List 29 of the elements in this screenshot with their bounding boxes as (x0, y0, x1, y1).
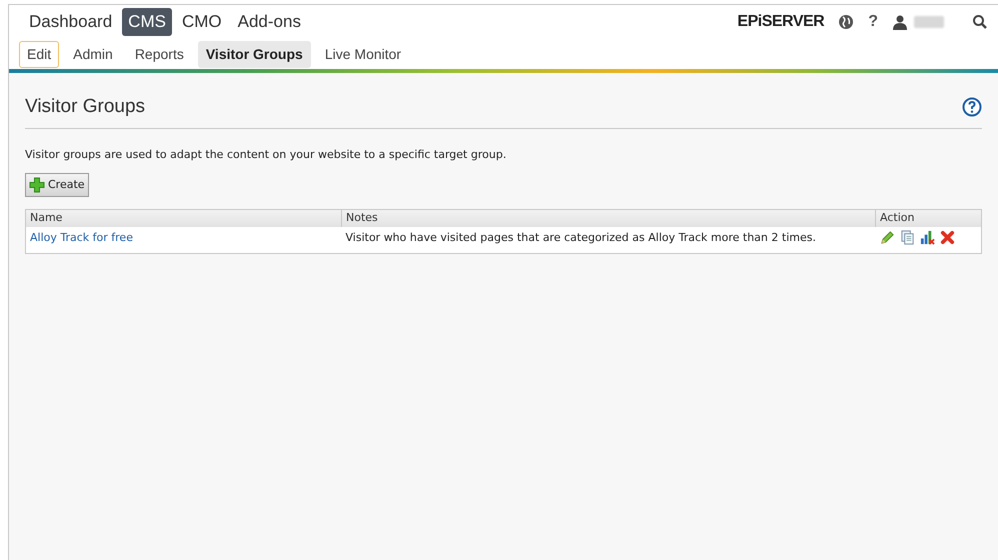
user-icon[interactable] (892, 14, 908, 30)
page-description: Visitor groups are used to adapt the content on your website to a specific target group. (25, 146, 508, 162)
group-name-link[interactable]: Alloy Track for free (30, 230, 133, 244)
help-button[interactable]: ? (868, 10, 878, 34)
sub-nav-tab[interactable]: Edit (19, 40, 60, 68)
sub-nav-tab[interactable]: Reports (126, 40, 192, 68)
top-nav-tab[interactable]: Dashboard (23, 8, 118, 36)
top-nav-tab[interactable]: Add-ons (232, 8, 307, 36)
help-icon[interactable] (962, 97, 982, 118)
column-header: Action (876, 210, 982, 226)
page-title: Visitor Groups (25, 95, 146, 119)
search-icon[interactable] (972, 14, 988, 30)
sub-nav-tab[interactable]: Admin (65, 40, 121, 68)
sub-nav-tab[interactable]: Visitor Groups (198, 40, 311, 68)
sub-nav-tab[interactable]: Live Monitor (316, 40, 410, 68)
delete-icon[interactable] (940, 230, 954, 244)
column-header: Notes (342, 210, 876, 226)
top-nav-tab[interactable]: CMO (176, 8, 228, 36)
copy-icon[interactable] (900, 230, 914, 244)
blurred-username (914, 16, 944, 28)
plus-icon (29, 177, 45, 193)
table-cell: Visitor who have visited pages that are categorized as Alloy Track more than 2 times. (342, 226, 876, 254)
logo: EPiSERVER (737, 12, 824, 32)
statistics-icon[interactable] (920, 230, 934, 244)
column-header: Name (26, 210, 342, 226)
globe-icon[interactable] (838, 14, 854, 30)
create-button[interactable]: Create (25, 173, 89, 197)
pencil-icon[interactable] (880, 230, 894, 244)
top-nav-tab[interactable]: CMS (122, 8, 172, 36)
